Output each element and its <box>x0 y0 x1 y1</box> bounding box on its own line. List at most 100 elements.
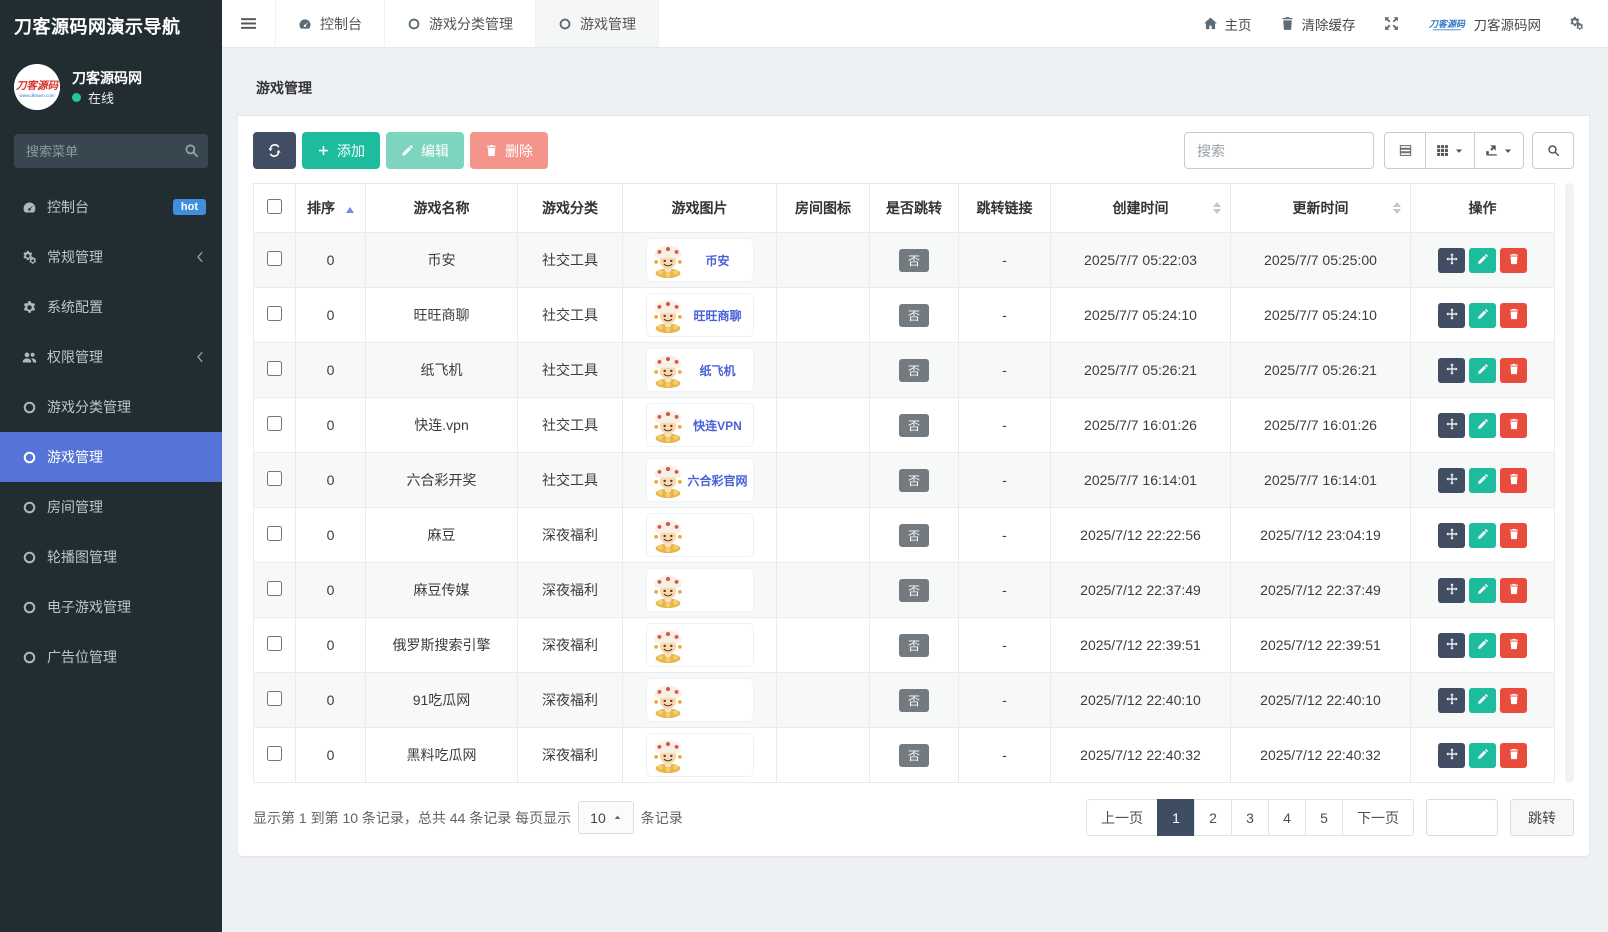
search-toggle-button[interactable] <box>1532 132 1574 169</box>
edit-row-button[interactable] <box>1469 578 1496 603</box>
page-button-1[interactable]: 1 <box>1157 799 1195 836</box>
home-link[interactable]: 主页 <box>1189 0 1266 47</box>
move-button[interactable] <box>1438 523 1465 548</box>
delete-row-button[interactable] <box>1500 303 1527 328</box>
delete-row-button[interactable] <box>1500 248 1527 273</box>
column-label: 游戏分类 <box>542 200 598 216</box>
move-button[interactable] <box>1438 633 1465 658</box>
table-header-cell[interactable]: 游戏名称 <box>366 184 518 233</box>
move-button[interactable] <box>1438 468 1465 493</box>
page-size-dropdown[interactable]: 10 <box>578 801 634 834</box>
sidebar-item-电子游戏管理[interactable]: 电子游戏管理 <box>0 582 222 632</box>
add-button[interactable]: 添加 <box>302 132 380 169</box>
avatar: 刀客源码www.dkswm.com <box>14 64 60 110</box>
delete-button[interactable]: 删除 <box>470 132 548 169</box>
table-header-cell[interactable]: 操作 <box>1411 184 1555 233</box>
sidebar-item-系统配置[interactable]: 系统配置 <box>0 282 222 332</box>
table-header-cell[interactable]: 游戏图片 <box>623 184 777 233</box>
page-jump-input[interactable] <box>1426 799 1498 836</box>
delete-row-button[interactable] <box>1500 468 1527 493</box>
site-brand[interactable]: 刀客源码 刀客源码网 <box>1413 0 1556 47</box>
move-button[interactable] <box>1438 358 1465 383</box>
move-button[interactable] <box>1438 578 1465 603</box>
page-button-上一页[interactable]: 上一页 <box>1086 799 1158 836</box>
delete-row-button[interactable] <box>1500 413 1527 438</box>
toggle-view-button[interactable] <box>1384 132 1426 169</box>
delete-row-button[interactable] <box>1500 578 1527 603</box>
search-icon[interactable] <box>184 143 199 161</box>
move-button[interactable] <box>1438 248 1465 273</box>
delete-row-button[interactable] <box>1500 523 1527 548</box>
row-checkbox[interactable] <box>267 581 282 596</box>
clear-cache-link[interactable]: 清除缓存 <box>1266 0 1370 47</box>
row-checkbox[interactable] <box>267 691 282 706</box>
edit-row-button[interactable] <box>1469 633 1496 658</box>
row-game-name: 黑料吃瓜网 <box>366 728 518 783</box>
sidebar-item-常规管理[interactable]: 常规管理 <box>0 232 222 282</box>
table-header-cell[interactable]: 房间图标 <box>777 184 870 233</box>
page-jump-button[interactable]: 跳转 <box>1510 799 1574 836</box>
row-checkbox[interactable] <box>267 416 282 431</box>
table-header-cell[interactable]: 跳转链接 <box>959 184 1051 233</box>
table-header-cell[interactable]: 游戏分类 <box>518 184 623 233</box>
topbar-tab[interactable]: 游戏管理 <box>535 0 659 47</box>
page-button-2[interactable]: 2 <box>1194 799 1232 836</box>
row-checkbox[interactable] <box>267 746 282 761</box>
edit-row-button[interactable] <box>1469 743 1496 768</box>
sidebar-item-游戏管理[interactable]: 游戏管理 <box>0 432 222 482</box>
page-button-3[interactable]: 3 <box>1231 799 1269 836</box>
table-scrollbar[interactable] <box>1565 183 1574 783</box>
edit-button[interactable]: 编辑 <box>386 132 464 169</box>
edit-row-button[interactable] <box>1469 523 1496 548</box>
export-button[interactable] <box>1474 132 1524 169</box>
edit-row-button[interactable] <box>1469 468 1496 493</box>
delete-row-button[interactable] <box>1500 743 1527 768</box>
move-button[interactable] <box>1438 303 1465 328</box>
edit-row-button[interactable] <box>1469 303 1496 328</box>
table-header-cell[interactable]: 是否跳转 <box>870 184 959 233</box>
topbar-tab[interactable]: 游戏分类管理 <box>384 0 535 47</box>
sidebar-item-广告位管理[interactable]: 广告位管理 <box>0 632 222 682</box>
menu-toggle-icon[interactable] <box>222 0 275 47</box>
table-header-cell[interactable]: 创建时间 <box>1051 184 1231 233</box>
row-checkbox[interactable] <box>267 251 282 266</box>
delete-row-button[interactable] <box>1500 633 1527 658</box>
edit-row-button[interactable] <box>1469 248 1496 273</box>
row-checkbox[interactable] <box>267 526 282 541</box>
delete-row-button[interactable] <box>1500 688 1527 713</box>
page-button-5[interactable]: 5 <box>1305 799 1343 836</box>
sidebar-search-input[interactable] <box>14 134 208 168</box>
edit-row-button[interactable] <box>1469 688 1496 713</box>
edit-row-button[interactable] <box>1469 358 1496 383</box>
select-all-checkbox[interactable] <box>267 199 282 214</box>
settings-button[interactable] <box>1555 0 1598 47</box>
move-button[interactable] <box>1438 413 1465 438</box>
row-checkbox[interactable] <box>267 361 282 376</box>
table-header-cell[interactable]: 排序 <box>296 184 366 233</box>
sidebar-item-房间管理[interactable]: 房间管理 <box>0 482 222 532</box>
edit-row-button[interactable] <box>1469 413 1496 438</box>
sidebar-item-游戏分类管理[interactable]: 游戏分类管理 <box>0 382 222 432</box>
page-button-4[interactable]: 4 <box>1268 799 1306 836</box>
refresh-button[interactable] <box>253 132 296 169</box>
row-checkbox[interactable] <box>267 306 282 321</box>
row-sort: 0 <box>296 508 366 563</box>
sidebar-item-控制台[interactable]: 控制台 hot <box>0 182 222 232</box>
row-checkbox[interactable] <box>267 636 282 651</box>
fullscreen-button[interactable] <box>1370 0 1413 47</box>
columns-button[interactable] <box>1425 132 1475 169</box>
delete-row-button[interactable] <box>1500 358 1527 383</box>
mascot-icon <box>649 461 687 499</box>
row-game-category: 深夜福利 <box>518 673 623 728</box>
move-button[interactable] <box>1438 743 1465 768</box>
sidebar-item-权限管理[interactable]: 权限管理 <box>0 332 222 382</box>
table-search-input[interactable] <box>1184 132 1374 169</box>
move-button[interactable] <box>1438 688 1465 713</box>
column-label: 创建时间 <box>1113 200 1169 216</box>
circle-icon <box>20 450 38 465</box>
table-header-cell[interactable]: 更新时间 <box>1231 184 1411 233</box>
page-button-下一页[interactable]: 下一页 <box>1342 799 1414 836</box>
row-checkbox[interactable] <box>267 471 282 486</box>
topbar-tab[interactable]: 控制台 <box>275 0 384 47</box>
sidebar-item-轮播图管理[interactable]: 轮播图管理 <box>0 532 222 582</box>
